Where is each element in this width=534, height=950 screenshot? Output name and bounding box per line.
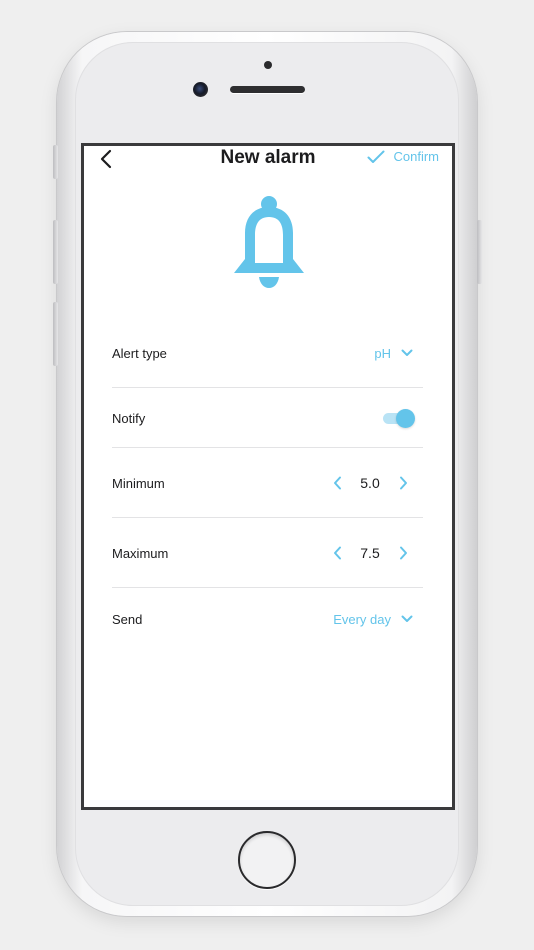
alert-type-label: Alert type: [112, 345, 167, 361]
home-button[interactable]: [238, 831, 296, 889]
minimum-value: 5.0: [360, 475, 380, 491]
confirm-button[interactable]: Confirm: [367, 149, 439, 164]
chevron-left-icon: [333, 476, 341, 490]
volume-up-button: [53, 220, 58, 284]
alert-type-value: pH: [374, 345, 391, 361]
notify-label: Notify: [112, 410, 146, 426]
send-frequency-value: Every day: [333, 611, 391, 627]
alert-type-select[interactable]: pH: [374, 346, 413, 361]
divider: [112, 587, 423, 588]
toggle-thumb: [396, 409, 415, 428]
front-camera: [193, 82, 208, 97]
chevron-right-icon: [399, 476, 407, 490]
minimum-increment-button[interactable]: [393, 473, 413, 493]
maximum-value: 7.5: [360, 545, 380, 561]
divider: [112, 447, 423, 448]
maximum-label: Maximum: [112, 545, 169, 561]
chevron-down-icon: [401, 615, 413, 622]
notify-toggle[interactable]: [381, 408, 417, 428]
proximity-sensor: [264, 61, 272, 69]
mute-switch: [53, 145, 58, 179]
volume-down-button: [53, 302, 58, 366]
chevron-right-icon: [399, 546, 407, 560]
maximum-increment-button[interactable]: [393, 543, 413, 563]
power-button: [477, 220, 482, 284]
chevron-left-icon: [333, 546, 341, 560]
send-frequency-select[interactable]: Every day: [333, 612, 413, 627]
minimum-decrement-button[interactable]: [327, 473, 347, 493]
check-icon: [367, 150, 385, 163]
maximum-stepper: 7.5: [327, 543, 413, 563]
minimum-row: Minimum 5.0: [112, 473, 423, 493]
notify-row: Notify: [112, 408, 423, 428]
nav-bar: New alarm Confirm: [84, 146, 452, 172]
send-row: Send Every day: [112, 609, 423, 629]
send-label: Send: [112, 611, 143, 627]
bell-icon: [234, 196, 304, 288]
maximum-row: Maximum 7.5: [112, 543, 423, 563]
divider: [112, 387, 423, 388]
confirm-label: Confirm: [393, 149, 439, 164]
maximum-decrement-button[interactable]: [327, 543, 347, 563]
earpiece-speaker: [230, 86, 305, 93]
alert-type-row: Alert type pH: [112, 343, 423, 363]
divider: [112, 517, 423, 518]
chevron-down-icon: [401, 349, 413, 356]
app-screen: New alarm Confirm Alert type pH Notify M…: [81, 143, 455, 810]
minimum-label: Minimum: [112, 475, 165, 491]
minimum-stepper: 5.0: [327, 473, 413, 493]
